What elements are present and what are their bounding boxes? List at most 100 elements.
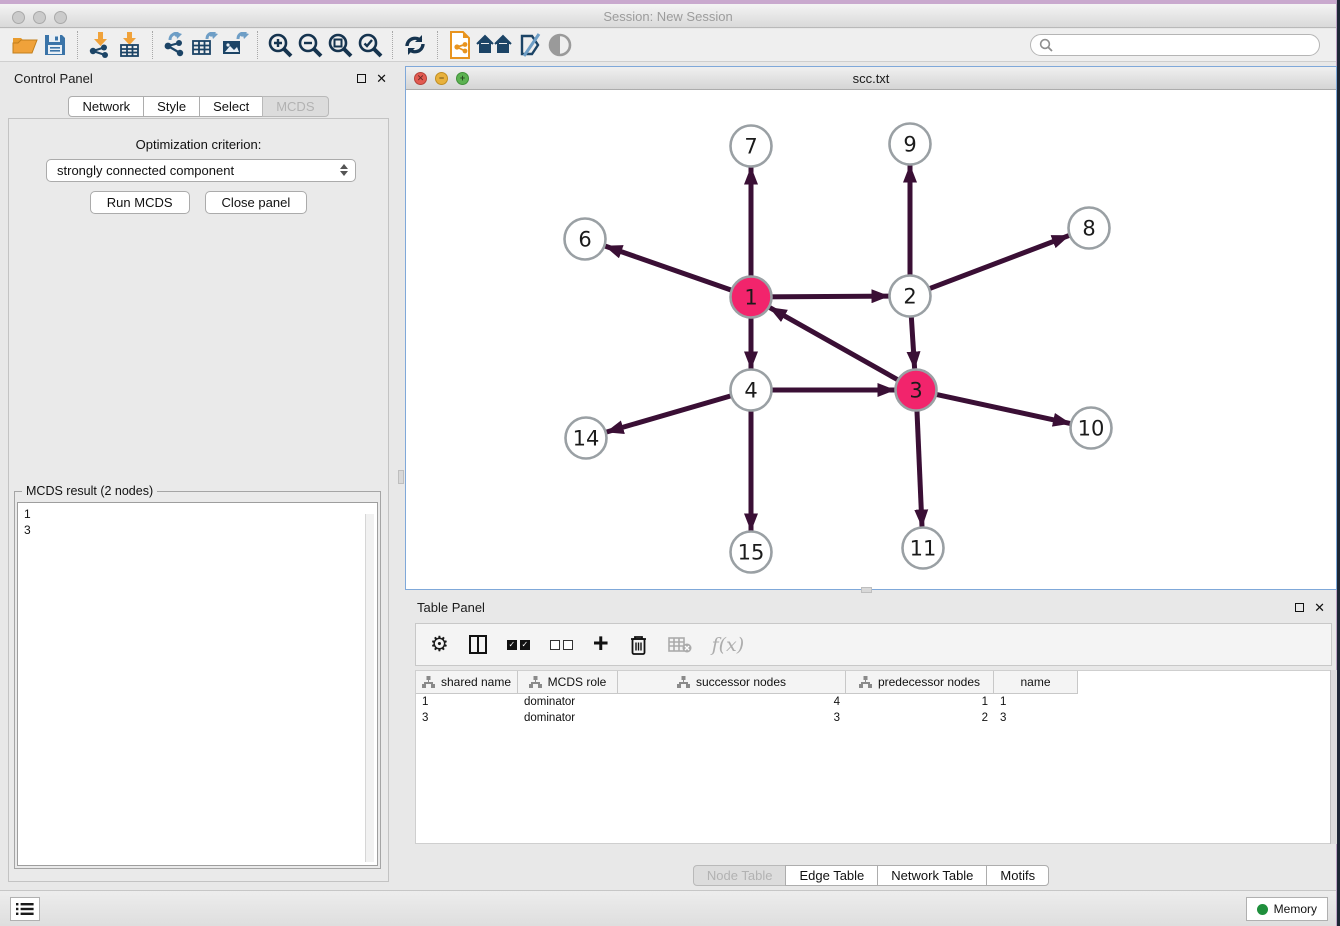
float-panel-icon[interactable] — [357, 74, 366, 83]
graph-edge-3-1[interactable] — [770, 308, 905, 384]
column-header-predecessor-nodes[interactable]: predecessor nodes — [846, 671, 994, 694]
import-table-icon[interactable] — [115, 31, 145, 59]
network-canvas[interactable]: 1234678910111415 — [406, 90, 1336, 589]
result-line: 3 — [24, 522, 371, 538]
mcds-tab-panel: Optimization criterion: strongly connect… — [8, 118, 389, 882]
network-from-document-icon[interactable] — [445, 31, 475, 59]
task-history-button[interactable] — [10, 897, 40, 921]
graph-edge-3-10[interactable] — [928, 393, 1070, 424]
column-header-shared-name[interactable]: shared name — [416, 671, 518, 694]
mcds-result-text: 1 3 — [17, 502, 378, 866]
first-neighbors-icon[interactable] — [475, 31, 515, 59]
control-panel: Control Panel ✕ Network Style Select MCD… — [0, 66, 397, 888]
table-settings-gear-icon[interactable]: ⚙ — [430, 632, 449, 658]
close-table-panel-icon[interactable]: ✕ — [1314, 601, 1325, 614]
chevron-up-down-icon — [340, 164, 348, 176]
graph-node-label: 1 — [744, 286, 757, 310]
table-toolbar: ⚙ ✓✓ + f(x) — [415, 623, 1332, 666]
graph-edge-4-14[interactable] — [607, 394, 739, 433]
optimization-criterion-select[interactable]: strongly connected component — [46, 159, 356, 182]
close-panel-button[interactable]: Close panel — [205, 191, 308, 214]
table-row[interactable]: 3 dominator 3 2 3 — [416, 710, 1330, 726]
memory-button[interactable]: Memory — [1246, 897, 1328, 921]
graph-node-label: 8 — [1082, 217, 1095, 241]
status-bar: Memory — [0, 890, 1336, 926]
delete-table-icon — [668, 632, 692, 658]
title-bar: Session: New Session — [0, 0, 1336, 28]
zoom-in-icon[interactable] — [265, 31, 295, 59]
column-header-mcds-role[interactable]: MCDS role — [518, 671, 618, 694]
graph-node-label: 4 — [744, 379, 757, 403]
graph-node-label: 2 — [903, 285, 916, 309]
network-window-titlebar[interactable]: ✕ − + scc.txt — [406, 67, 1336, 90]
column-header-successor-nodes[interactable]: successor nodes — [618, 671, 846, 694]
application-window: Session: New Session — [0, 0, 1337, 926]
window-title: Session: New Session — [0, 9, 1336, 24]
graph-node-label: 11 — [910, 537, 937, 561]
tab-network-table[interactable]: Network Table — [877, 865, 987, 886]
open-folder-icon[interactable] — [10, 31, 40, 59]
column-header-name[interactable]: name — [994, 671, 1078, 694]
zoom-out-icon[interactable] — [295, 31, 325, 59]
toggle-panes-icon[interactable] — [469, 632, 487, 658]
table-scrollbar[interactable] — [1330, 670, 1337, 844]
result-scrollbar[interactable] — [365, 514, 374, 862]
mcds-result-title: MCDS result (2 nodes) — [22, 484, 157, 498]
delete-column-trash-icon[interactable] — [629, 632, 648, 658]
tab-select[interactable]: Select — [199, 96, 263, 117]
export-table-icon[interactable] — [190, 31, 220, 59]
hide-label-icon[interactable] — [515, 31, 545, 59]
tab-mcds[interactable]: MCDS — [262, 96, 328, 117]
graph-node-label: 7 — [744, 135, 757, 159]
tab-motifs[interactable]: Motifs — [986, 865, 1049, 886]
graph-edge-2-8[interactable] — [922, 236, 1069, 292]
export-network-icon[interactable] — [160, 31, 190, 59]
optimization-criterion-value: strongly connected component — [57, 163, 234, 178]
import-network-icon[interactable] — [85, 31, 115, 59]
graph-edge-1-2[interactable] — [764, 296, 889, 297]
save-session-icon[interactable] — [40, 31, 70, 59]
control-panel-title: Control Panel — [14, 71, 93, 86]
vertical-splitter-handle[interactable] — [398, 470, 404, 484]
graph-node-label: 10 — [1078, 417, 1105, 441]
mcds-result-group: MCDS result (2 nodes) 1 3 — [14, 491, 381, 869]
zoom-fit-icon[interactable] — [325, 31, 355, 59]
table-header-row: shared name MCDS role successor nodes pr… — [416, 671, 1330, 694]
tab-edge-table[interactable]: Edge Table — [785, 865, 878, 886]
deselect-all-icon[interactable] — [550, 632, 573, 658]
show-graphics-icon[interactable] — [545, 31, 575, 59]
graph-node-label: 9 — [903, 133, 916, 157]
table-panel-title: Table Panel — [417, 600, 485, 615]
float-table-panel-icon[interactable] — [1295, 603, 1304, 612]
main-toolbar — [0, 29, 1336, 62]
select-all-icon[interactable]: ✓✓ — [507, 632, 530, 658]
run-mcds-button[interactable]: Run MCDS — [90, 191, 190, 214]
column-type-icon — [422, 676, 435, 688]
search-input[interactable] — [1053, 38, 1311, 52]
memory-status-dot — [1257, 904, 1268, 915]
export-image-icon[interactable] — [220, 31, 250, 59]
zoom-selected-icon[interactable] — [355, 31, 385, 59]
function-builder-icon: f(x) — [712, 632, 745, 658]
graph-edge-1-6[interactable] — [605, 246, 739, 293]
network-view-window: ✕ − + scc.txt 1234678910111415 — [405, 66, 1337, 590]
close-panel-icon[interactable]: ✕ — [376, 72, 387, 85]
memory-label: Memory — [1274, 902, 1317, 916]
add-column-icon[interactable]: + — [593, 630, 609, 656]
network-graph[interactable]: 1234678910111415 — [406, 90, 1336, 589]
tab-style[interactable]: Style — [143, 96, 200, 117]
horizontal-splitter-handle[interactable] — [861, 587, 872, 593]
tab-node-table[interactable]: Node Table — [693, 865, 787, 886]
table-tabs: Node Table Edge Table Network Table Moti… — [405, 865, 1337, 886]
control-panel-tabs: Network Style Select MCDS — [0, 96, 397, 117]
table-row[interactable]: 1 dominator 4 1 1 — [416, 694, 1330, 710]
column-type-icon — [859, 676, 872, 688]
graph-node-label: 6 — [578, 228, 591, 252]
search-field[interactable] — [1030, 34, 1320, 56]
refresh-icon[interactable] — [400, 31, 430, 59]
list-icon — [16, 902, 34, 916]
table-panel: Table Panel ✕ ⚙ ✓✓ + f(x) sh — [405, 595, 1337, 890]
tab-network[interactable]: Network — [68, 96, 144, 117]
graph-node-label: 14 — [573, 427, 600, 451]
graph-edge-3-11[interactable] — [917, 403, 922, 527]
